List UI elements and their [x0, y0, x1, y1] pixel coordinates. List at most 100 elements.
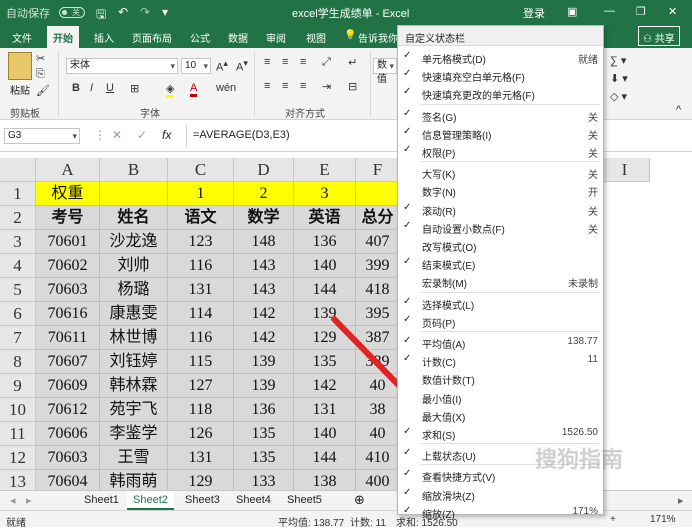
restore-icon[interactable]: ❐ [636, 5, 646, 18]
menu-item[interactable]: ✓ 求和(S) 1526.50 [398, 424, 603, 442]
cell[interactable]: 刘钰婷 [100, 350, 168, 374]
collapse-ribbon-icon[interactable]: ^ [676, 104, 681, 116]
cell[interactable]: 总分 [356, 206, 400, 230]
cell[interactable]: 116 [168, 326, 234, 350]
fill-icon[interactable]: ⬇ ▾ [610, 72, 628, 85]
menu-item[interactable]: ✓ 签名(G) 关 [398, 106, 603, 124]
indent-icon[interactable]: ⇥ [322, 80, 331, 93]
select-all-corner[interactable] [0, 158, 36, 182]
increase-font-icon[interactable]: A▴ [216, 58, 228, 74]
customize-qat-icon[interactable]: ▾ [162, 5, 168, 19]
login-button[interactable]: 登录 [523, 5, 545, 21]
cell[interactable]: 70606 [36, 422, 100, 446]
cell[interactable]: 70603 [36, 446, 100, 470]
menu-item[interactable]: ✓ 单元格模式(D) 就绪 [398, 48, 603, 66]
menu-item[interactable]: ✓ 结束模式(E) [398, 254, 603, 272]
add-sheet-icon[interactable]: ⊕ [348, 491, 371, 510]
border-icon[interactable]: ⊞ [130, 82, 139, 95]
row-header[interactable]: 2 [0, 206, 36, 230]
align-right-icon[interactable]: ≡ [300, 80, 306, 92]
fill-color-icon[interactable]: ◈ [166, 82, 175, 98]
row-header[interactable]: 11 [0, 422, 36, 446]
cancel-icon[interactable]: ✕ [112, 128, 122, 142]
align-middle-icon[interactable]: ≡ [282, 56, 288, 68]
font-size-select[interactable]: 10 [181, 58, 211, 74]
cell[interactable]: 70611 [36, 326, 100, 350]
cell[interactable]: 140 [294, 254, 356, 278]
menu-item[interactable]: 数值计数(T) [398, 369, 603, 387]
menu-item[interactable]: 宏录制(M) 未录制 [398, 272, 603, 290]
row-header[interactable]: 6 [0, 302, 36, 326]
sheet-tab-4[interactable]: Sheet4 [230, 491, 277, 510]
menu-item[interactable]: 大写(K) 关 [398, 163, 603, 181]
name-box[interactable]: G3 [4, 128, 80, 144]
menu-item[interactable]: ✓ 平均值(A) 138.77 [398, 333, 603, 351]
cell[interactable]: 70609 [36, 374, 100, 398]
cell[interactable]: 114 [168, 302, 234, 326]
cell[interactable]: 刘帅 [100, 254, 168, 278]
tab-insert[interactable]: 插入 [94, 30, 114, 45]
menu-item[interactable]: ✓ 页码(P) [398, 312, 603, 330]
column-header[interactable]: A [36, 158, 100, 182]
cell[interactable]: 135 [234, 446, 294, 470]
italic-button[interactable]: I [90, 82, 93, 94]
close-icon[interactable]: ✕ [668, 5, 677, 18]
align-top-icon[interactable]: ≡ [264, 56, 270, 68]
cell[interactable]: 苑宇飞 [100, 398, 168, 422]
cell[interactable]: 116 [168, 254, 234, 278]
cell[interactable]: 70612 [36, 398, 100, 422]
redo-icon[interactable]: ↷ [140, 5, 150, 19]
wrap-text-icon[interactable]: ↵ [348, 56, 357, 69]
cell[interactable]: 语文 [168, 206, 234, 230]
cut-icon[interactable]: ✂ [36, 52, 45, 65]
cell[interactable]: 王雪 [100, 446, 168, 470]
cell[interactable]: 3 [294, 182, 356, 206]
cell[interactable]: 姓名 [100, 206, 168, 230]
cell[interactable]: 142 [234, 326, 294, 350]
font-name-select[interactable]: 宋体 [66, 58, 178, 74]
column-header[interactable]: F [356, 158, 400, 182]
cell[interactable] [100, 182, 168, 206]
prev-sheet-icon[interactable]: ◂ [4, 491, 22, 510]
column-header[interactable]: D [234, 158, 294, 182]
bold-button[interactable]: B [72, 82, 80, 94]
next-sheet-icon[interactable]: ▸ [20, 491, 38, 510]
cell[interactable]: 70616 [36, 302, 100, 326]
cell[interactable]: 2 [234, 182, 294, 206]
cell[interactable]: 权重 [36, 182, 100, 206]
tab-file[interactable]: 文件 [12, 30, 32, 45]
column-header[interactable]: E [294, 158, 356, 182]
cell[interactable]: 135 [234, 422, 294, 446]
cell[interactable]: 131 [168, 446, 234, 470]
tab-review[interactable]: 审阅 [266, 30, 286, 45]
sheet-tab-2[interactable]: Sheet2 [127, 491, 174, 510]
menu-item[interactable]: ✓ 滚动(R) 关 [398, 200, 603, 218]
cell[interactable]: 英语 [294, 206, 356, 230]
sheet-tab-1[interactable]: Sheet1 [78, 491, 125, 510]
row-header[interactable]: 9 [0, 374, 36, 398]
cell[interactable]: 70607 [36, 350, 100, 374]
align-left-icon[interactable]: ≡ [264, 80, 270, 92]
scroll-right-icon[interactable]: ▸ [672, 491, 690, 510]
menu-item[interactable]: ✓ 缩放(Z) 171% [398, 503, 603, 521]
column-header[interactable]: C [168, 158, 234, 182]
menu-item[interactable]: ✓ 信息管理策略(I) 关 [398, 124, 603, 142]
column-header[interactable]: I [600, 158, 650, 182]
minimize-icon[interactable]: — [604, 5, 615, 17]
cell[interactable]: 136 [234, 398, 294, 422]
column-header[interactable]: B [100, 158, 168, 182]
cell[interactable]: 123 [168, 230, 234, 254]
row-header[interactable]: 1 [0, 182, 36, 206]
insert-cells-icon[interactable]: ∑ ▾ [610, 54, 626, 67]
sheet-tab-3[interactable]: Sheet3 [179, 491, 226, 510]
menu-item[interactable]: ✓ 自动设置小数点(F) 关 [398, 218, 603, 236]
cell[interactable]: 131 [168, 278, 234, 302]
paste-icon[interactable] [8, 52, 32, 80]
ribbon-display-icon[interactable]: ▣ [567, 5, 577, 18]
merge-icon[interactable]: ⊟ [348, 80, 357, 93]
cell[interactable]: 杨璐 [100, 278, 168, 302]
number-format-select[interactable]: 数值 [373, 58, 397, 85]
underline-button[interactable]: U [106, 82, 114, 94]
cell[interactable]: 70603 [36, 278, 100, 302]
tab-page-layout[interactable]: 页面布局 [132, 30, 172, 45]
